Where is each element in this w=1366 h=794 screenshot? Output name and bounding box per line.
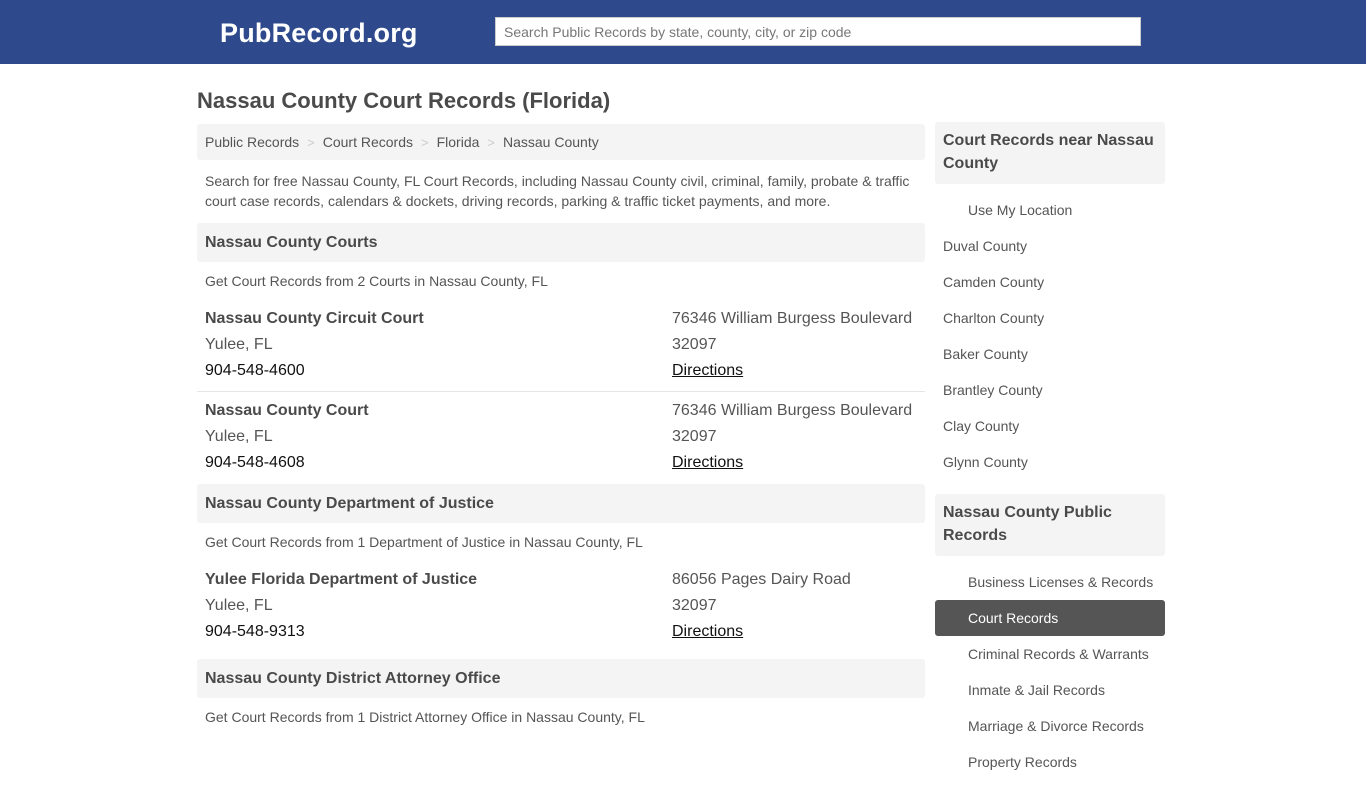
sidebar-item-county[interactable]: Duval County xyxy=(935,228,1165,264)
county-link[interactable]: Camden County xyxy=(943,274,1044,290)
breadcrumb-separator: > xyxy=(487,134,495,150)
section-title-department-of-justice: Nassau County Department of Justice xyxy=(197,484,925,523)
entry-list: Yulee Florida Department of Justice Yule… xyxy=(197,561,925,652)
sidebar-item-business-licenses[interactable]: Business Licenses & Records xyxy=(935,564,1165,600)
entry-name: Nassau County Court xyxy=(205,402,369,419)
directions-link[interactable]: Directions xyxy=(672,362,743,379)
main-content: Public Records > Court Records > Florida… xyxy=(197,124,925,736)
section-title-district-attorney: Nassau County District Attorney Office xyxy=(197,659,925,698)
breadcrumb-nassau-county[interactable]: Nassau County xyxy=(503,134,599,150)
use-my-location[interactable]: Use My Location xyxy=(935,192,1165,228)
entry-name: Yulee Florida Department of Justice xyxy=(205,571,478,588)
county-link[interactable]: Brantley County xyxy=(943,382,1043,398)
entry-zip: 32097 xyxy=(672,428,717,445)
section-subtitle: Get Court Records from 1 District Attorn… xyxy=(205,709,645,725)
county-link[interactable]: Charlton County xyxy=(943,310,1044,326)
county-link[interactable]: Duval County xyxy=(943,238,1027,254)
section-subtitle: Get Court Records from 2 Courts in Nassa… xyxy=(205,273,548,289)
sidebar-link[interactable]: Business Licenses & Records xyxy=(968,574,1153,590)
sidebar-link[interactable]: Inmate & Jail Records xyxy=(968,682,1105,698)
sidebar-item-county[interactable]: Brantley County xyxy=(935,372,1165,408)
entry-address: 76346 William Burgess Boulevard xyxy=(672,310,913,327)
sidebar-item-inmate-records[interactable]: Inmate & Jail Records xyxy=(935,672,1165,708)
public-records-list: Business Licenses & Records Court Record… xyxy=(935,556,1165,794)
entry-city: Yulee, FL xyxy=(205,597,273,614)
sidebar-item-court-records[interactable]: Court Records xyxy=(935,600,1165,636)
site-logo[interactable]: PubRecord.org xyxy=(220,18,418,49)
list-item: Yulee Florida Department of Justice Yule… xyxy=(197,561,925,652)
list-item: Nassau County Circuit Court Yulee, FL 90… xyxy=(197,300,925,391)
entry-zip: 32097 xyxy=(672,597,717,614)
sidebar-nearby-title: Court Records near Nassau County xyxy=(935,122,1165,184)
section-title-courts: Nassau County Courts xyxy=(197,223,925,262)
breadcrumb-separator: > xyxy=(307,134,315,150)
search-input[interactable] xyxy=(495,17,1141,46)
sidebar-link[interactable]: Marriage & Divorce Records xyxy=(968,718,1144,734)
entry-phone[interactable]: 904-548-4608 xyxy=(205,450,672,476)
breadcrumb-court-records[interactable]: Court Records xyxy=(323,134,413,150)
entry-name: Nassau County Circuit Court xyxy=(205,310,424,327)
use-my-location-link[interactable]: Use My Location xyxy=(968,202,1072,218)
page-title: Nassau County Court Records (Florida) xyxy=(197,88,611,113)
sidebar-link[interactable]: Criminal Records & Warrants xyxy=(968,646,1149,662)
breadcrumb-public-records[interactable]: Public Records xyxy=(205,134,299,150)
site-header: PubRecord.org xyxy=(0,0,1366,64)
directions-link[interactable]: Directions xyxy=(672,454,743,471)
county-link[interactable]: Baker County xyxy=(943,346,1028,362)
sidebar-item-property-records[interactable]: Property Records xyxy=(935,744,1165,780)
list-item: Nassau County Court Yulee, FL 904-548-46… xyxy=(197,391,925,483)
section-subtitle: Get Court Records from 1 Department of J… xyxy=(205,534,643,550)
sidebar-item-county[interactable]: Clay County xyxy=(935,408,1165,444)
breadcrumb-separator: > xyxy=(421,134,429,150)
intro-text: Search for free Nassau County, FL Court … xyxy=(205,173,910,209)
entry-address: 86056 Pages Dairy Road xyxy=(672,571,851,588)
entry-list: Nassau County Circuit Court Yulee, FL 90… xyxy=(197,300,925,483)
breadcrumb: Public Records > Court Records > Florida… xyxy=(197,124,925,160)
entry-phone[interactable]: 904-548-4600 xyxy=(205,358,672,384)
nearby-county-list: Use My Location Duval County Camden Coun… xyxy=(935,184,1165,494)
entry-phone[interactable]: 904-548-9313 xyxy=(205,619,672,645)
county-link[interactable]: Clay County xyxy=(943,418,1019,434)
entry-address: 76346 William Burgess Boulevard xyxy=(672,402,913,419)
directions-link[interactable]: Directions xyxy=(672,623,743,640)
sidebar-item-criminal-records[interactable]: Criminal Records & Warrants xyxy=(935,636,1165,672)
sidebar-item-county[interactable]: Camden County xyxy=(935,264,1165,300)
county-link[interactable]: Glynn County xyxy=(943,454,1028,470)
sidebar-item-county[interactable]: Baker County xyxy=(935,336,1165,372)
sidebar-public-records-title: Nassau County Public Records xyxy=(935,494,1165,556)
breadcrumb-florida[interactable]: Florida xyxy=(437,134,480,150)
sidebar-item-county[interactable]: Charlton County xyxy=(935,300,1165,336)
entry-city: Yulee, FL xyxy=(205,336,273,353)
sidebar-item-county[interactable]: Glynn County xyxy=(935,444,1165,480)
entry-zip: 32097 xyxy=(672,336,717,353)
entry-city: Yulee, FL xyxy=(205,428,273,445)
sidebar: Court Records near Nassau County Use My … xyxy=(935,122,1165,794)
sidebar-link[interactable]: Court Records xyxy=(968,610,1058,626)
sidebar-item-marriage-records[interactable]: Marriage & Divorce Records xyxy=(935,708,1165,744)
